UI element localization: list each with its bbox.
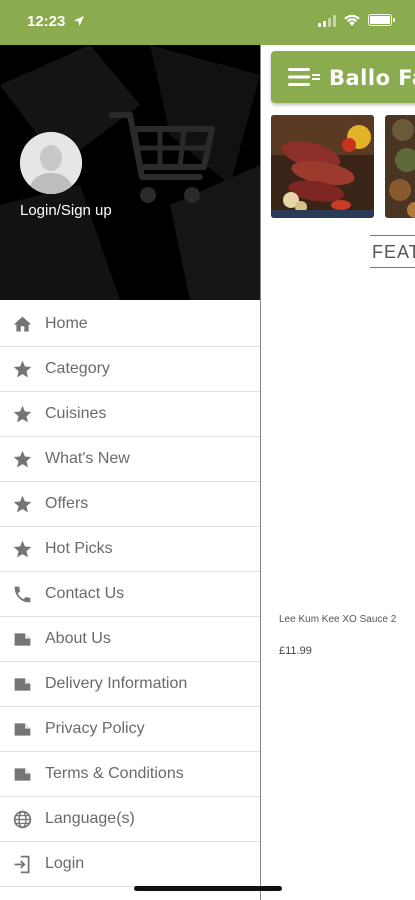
drawer-header: Login/Sign up	[0, 45, 260, 300]
product-name[interactable]: Lee Kum Kee XO Sauce 2	[279, 614, 396, 625]
product-price: £11.99	[279, 645, 312, 657]
page-icon	[14, 633, 31, 646]
menu-item-label: Terms & Conditions	[45, 765, 184, 782]
login-icon	[14, 855, 30, 874]
menu-item-home[interactable]: Home	[0, 302, 260, 347]
menu-item-contact-us[interactable]: Contact Us	[0, 572, 260, 617]
avatar[interactable]	[20, 132, 82, 194]
cart-watermark-icon	[109, 112, 215, 203]
location-arrow-icon	[74, 16, 84, 26]
menu-item-whats-new[interactable]: What's New	[0, 437, 260, 482]
globe-icon	[13, 810, 32, 829]
drawer-menu: Home Category Cuisines What's New Offers…	[0, 302, 260, 887]
star-icon	[13, 360, 32, 378]
status-time: 12:23	[27, 13, 66, 30]
menu-item-label: What's New	[45, 450, 130, 467]
menu-item-label: Offers	[45, 495, 89, 512]
star-icon	[13, 495, 32, 513]
star-icon	[13, 405, 32, 423]
login-signup-link[interactable]: Login/Sign up	[20, 202, 112, 219]
menu-item-label: Category	[45, 360, 110, 377]
phone-icon	[14, 586, 31, 603]
home-icon	[13, 316, 32, 332]
menu-item-label: Cuisines	[45, 405, 107, 422]
menu-item-delivery-information[interactable]: Delivery Information	[0, 662, 260, 707]
menu-item-languages[interactable]: Language(s)	[0, 797, 260, 842]
wifi-icon	[344, 14, 360, 26]
menu-item-label: About Us	[45, 630, 111, 647]
navigation-drawer: Login/Sign up Home Category Cuisines Wha…	[0, 45, 261, 900]
menu-item-terms-conditions[interactable]: Terms & Conditions	[0, 752, 260, 797]
battery-icon	[368, 14, 395, 26]
menu-item-hot-picks[interactable]: Hot Picks	[0, 527, 260, 572]
menu-item-privacy-policy[interactable]: Privacy Policy	[0, 707, 260, 752]
status-bar: 12:23	[0, 0, 415, 45]
menu-item-offers[interactable]: Offers	[0, 482, 260, 527]
menu-item-label: Delivery Information	[45, 675, 188, 692]
featured-label: FEAT	[370, 235, 415, 268]
home-indicator[interactable]	[134, 886, 282, 891]
star-icon	[13, 450, 32, 468]
menu-item-label: Language(s)	[45, 810, 135, 827]
app-title: Ballo Fa	[329, 66, 415, 90]
menu-item-label: Hot Picks	[45, 540, 113, 557]
star-icon	[13, 540, 32, 558]
page-icon	[14, 768, 31, 781]
menu-item-label: Home	[45, 315, 88, 332]
user-avatar-icon	[20, 132, 82, 194]
banner-image-sausages[interactable]	[271, 115, 374, 218]
menu-item-label: Login	[45, 855, 85, 872]
menu-item-category[interactable]: Category	[0, 347, 260, 392]
main-content: Ballo Fa FEAT Lee Kum Kee XO Sauce 2	[262, 45, 415, 900]
menu-item-cuisines[interactable]: Cuisines	[0, 392, 260, 437]
featured-section-header: FEAT	[370, 235, 415, 268]
app-bar: Ballo Fa	[271, 51, 415, 103]
menu-item-login[interactable]: Login	[0, 842, 260, 887]
page-icon	[14, 723, 31, 736]
menu-item-label: Contact Us	[45, 585, 125, 602]
signal-icon	[318, 15, 336, 27]
menu-item-about-us[interactable]: About Us	[0, 617, 260, 662]
menu-icon[interactable]	[288, 68, 320, 86]
page-icon	[14, 678, 31, 691]
menu-item-label: Privacy Policy	[45, 720, 145, 737]
banner-image-spices[interactable]	[385, 115, 415, 218]
